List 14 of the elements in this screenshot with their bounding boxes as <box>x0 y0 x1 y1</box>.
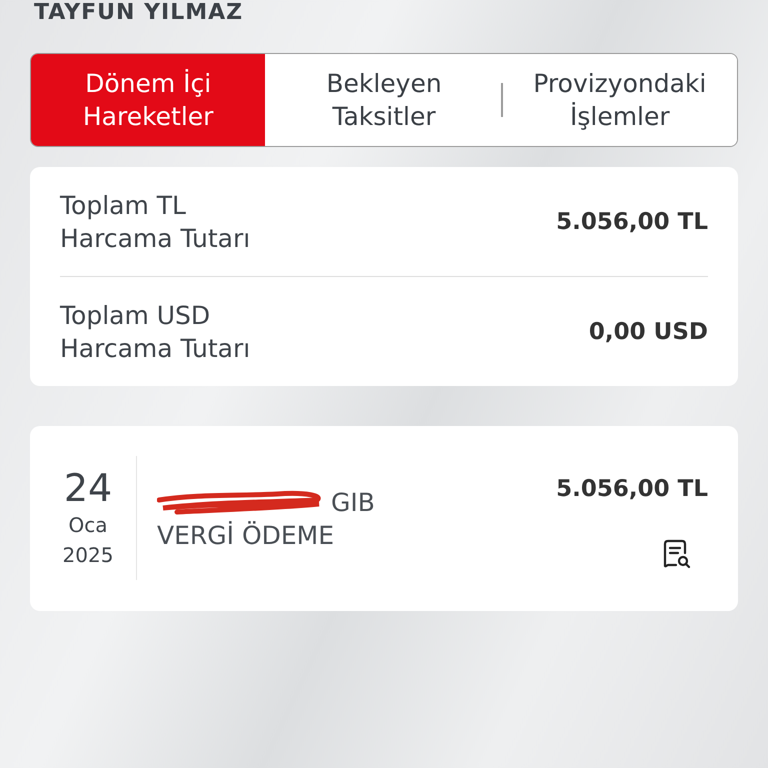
date-month: Oca <box>68 512 108 539</box>
transaction-card[interactable]: 24 Oca 2025 GIB VERGİ ÖDEME 5.056,00 TL <box>30 426 738 611</box>
total-label: Toplam TL Harcama Tutarı <box>60 190 250 254</box>
receipt-search-icon[interactable] <box>662 538 692 570</box>
date-day: 24 <box>64 466 112 510</box>
total-label: Toplam USD Harcama Tutarı <box>60 300 250 364</box>
total-amount: 0,00 USD <box>588 318 708 344</box>
total-amount: 5.056,00 TL <box>556 208 708 234</box>
reference-text: GIB <box>331 488 375 516</box>
date-year: 2025 <box>62 542 114 569</box>
transaction-description: VERGİ ÖDEME <box>157 520 336 552</box>
tab[interactable]: Dönem İçi Hareketler <box>31 54 266 146</box>
customer-name: TAYFUN YILMAZ <box>34 0 244 26</box>
transaction-amount: 5.056,00 TL <box>556 476 708 502</box>
